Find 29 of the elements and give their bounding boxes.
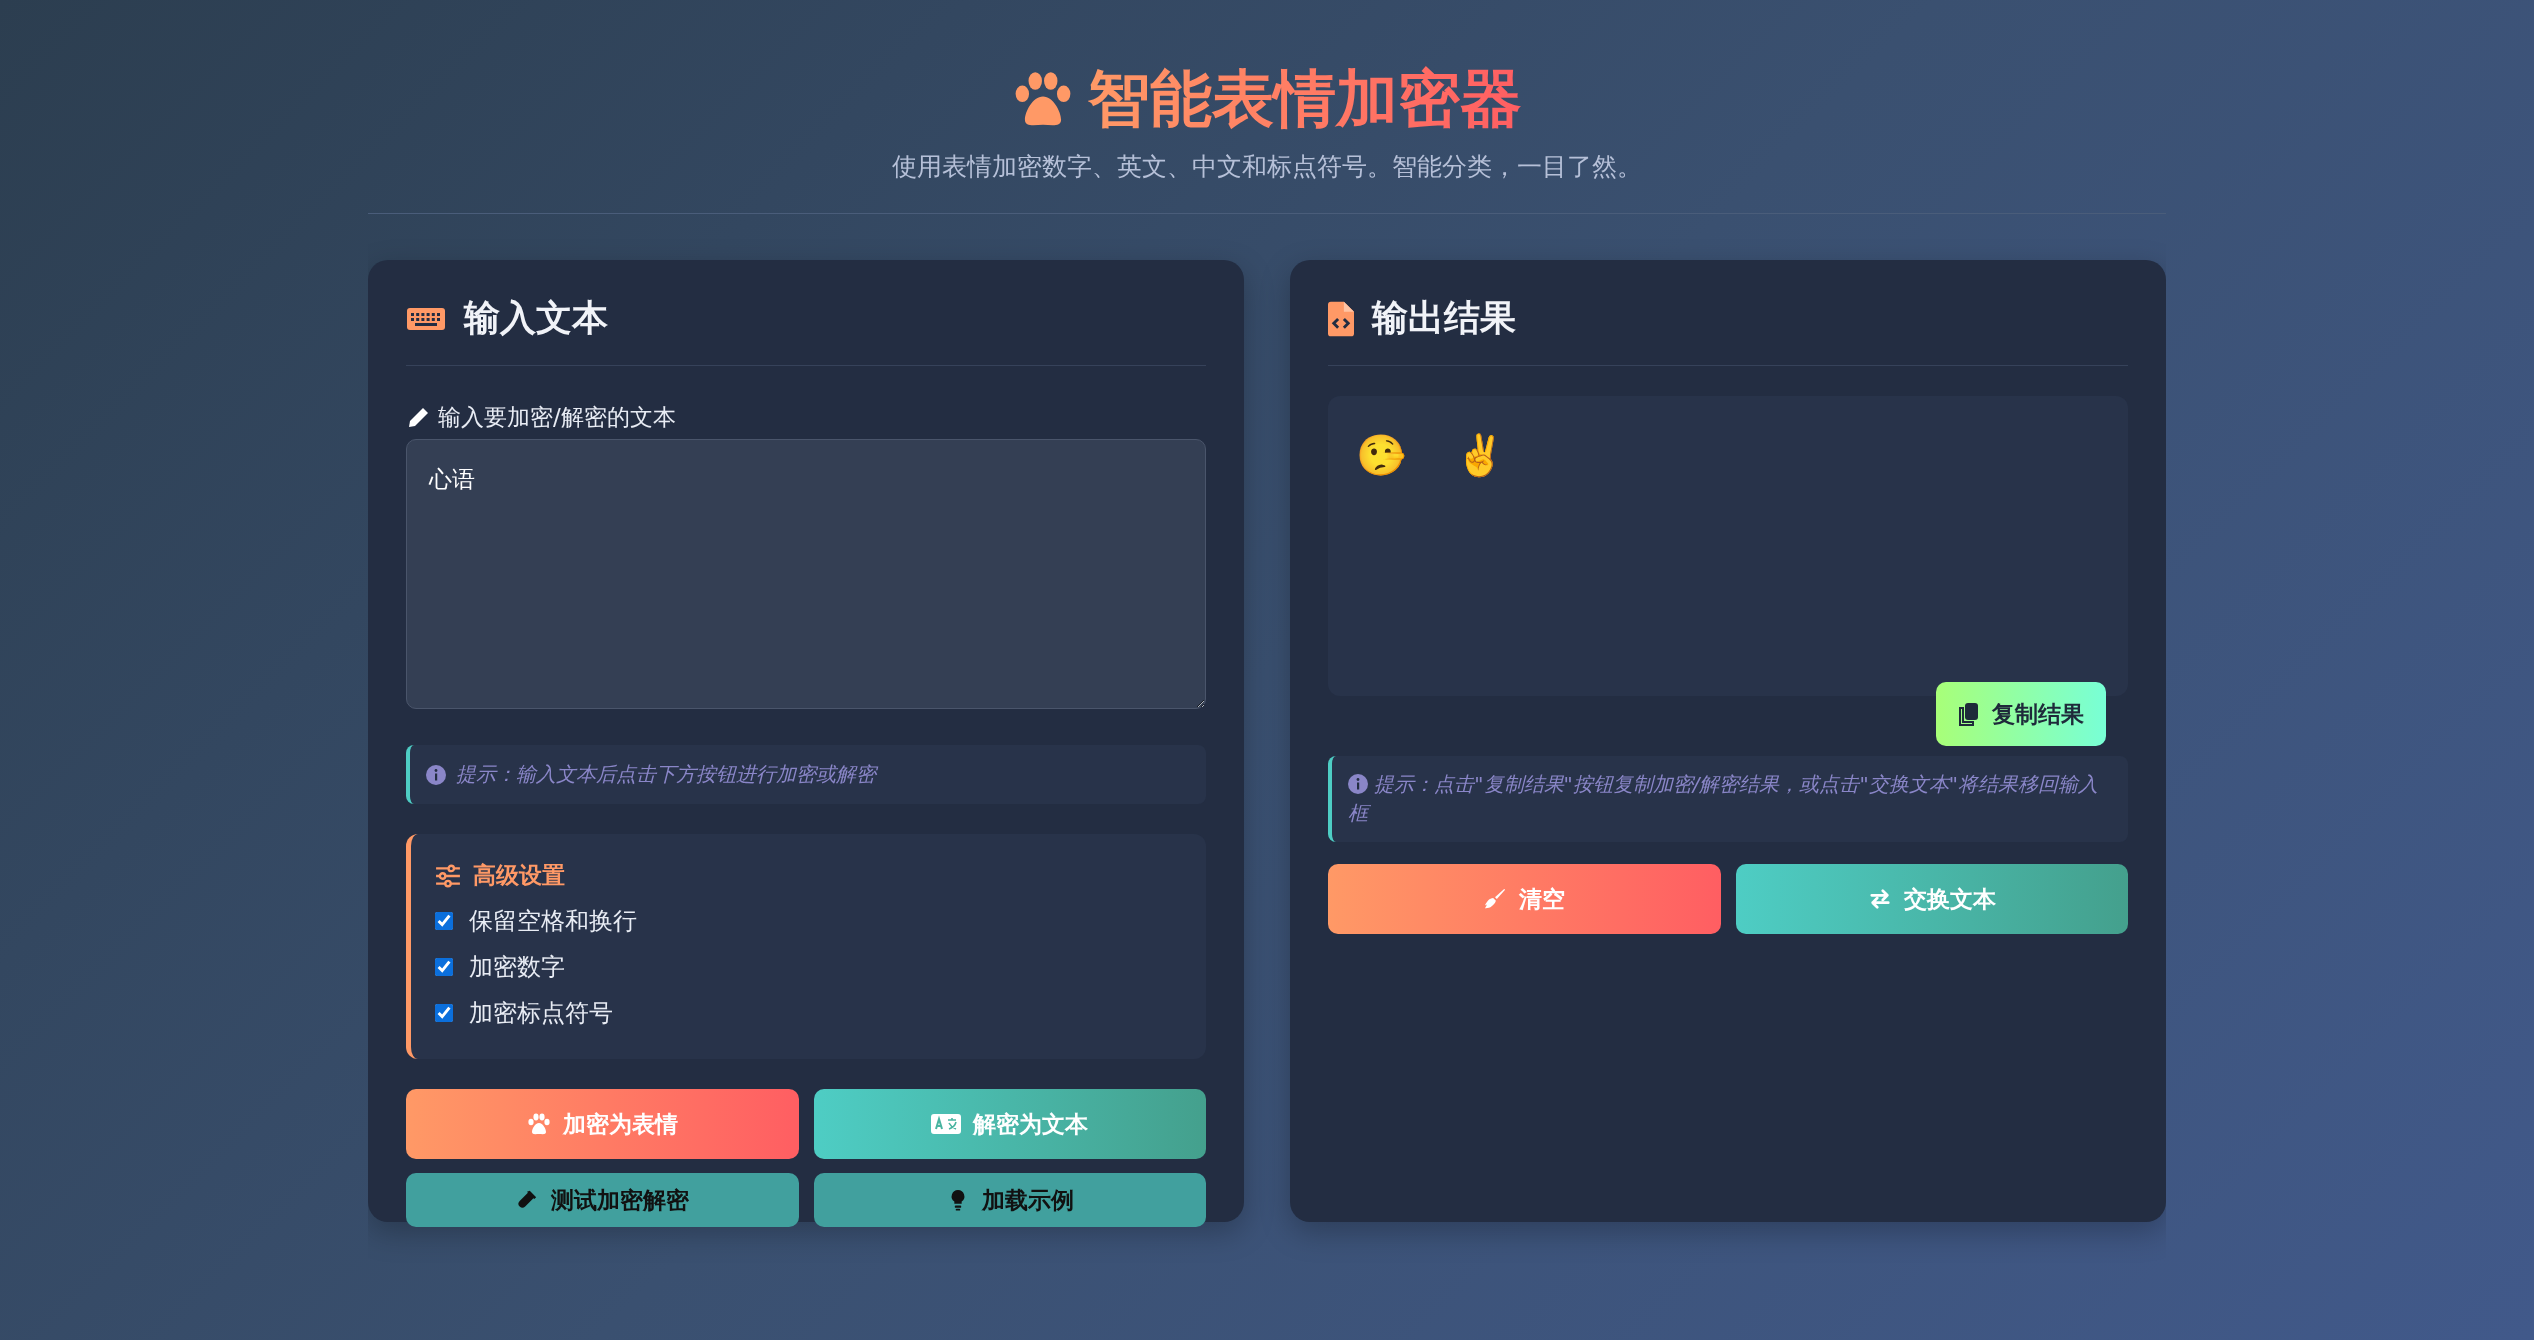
- load-example-button[interactable]: 加载示例: [813, 1173, 1206, 1228]
- settings-title: 高级设置: [473, 861, 565, 891]
- hint-text: 提示：输入文本后点击下方按钮进行加密或解密: [456, 761, 876, 789]
- panel-title: 输出结果: [1372, 296, 1516, 341]
- panel-title: 输入文本: [464, 296, 608, 341]
- input-field[interactable]: 心语: [406, 439, 1206, 710]
- sliders-icon: [435, 863, 461, 888]
- option-checkbox[interactable]: [435, 958, 453, 977]
- info-icon: [1348, 774, 1368, 795]
- option-checkbox[interactable]: [435, 912, 453, 931]
- copy-button[interactable]: 复制结果: [1936, 682, 2106, 747]
- keyboard-icon: [406, 306, 446, 331]
- option-checkbox[interactable]: [435, 1004, 453, 1023]
- hint-text: 提示：点击"复制结果"按钮复制加密/解密结果，或点击"交换文本"将结果移回输入框: [1348, 772, 2098, 826]
- code-file-icon: [1328, 300, 1354, 337]
- broom-icon: [1483, 888, 1508, 911]
- option-label: 加密标点符号: [469, 998, 613, 1030]
- swap-arrows-icon: [1867, 888, 1892, 911]
- language-card-icon: [931, 1114, 962, 1135]
- test-button[interactable]: 测试加密解密: [406, 1173, 799, 1228]
- pencil-icon: [406, 405, 430, 430]
- field-label: 输入要加密/解密的文本: [438, 403, 676, 433]
- option-label: 加密数字: [469, 952, 565, 984]
- app-subtitle: 使用表情加密数字、英文、中文和标点符号。智能分类，一目了然。: [892, 151, 1642, 184]
- info-icon: [426, 764, 446, 785]
- option-label: 保留空格和换行: [469, 906, 637, 938]
- output-text: 🤥 ✌: [1356, 432, 1506, 480]
- copy-icon: [1958, 702, 1980, 727]
- paw-icon: [526, 1113, 551, 1136]
